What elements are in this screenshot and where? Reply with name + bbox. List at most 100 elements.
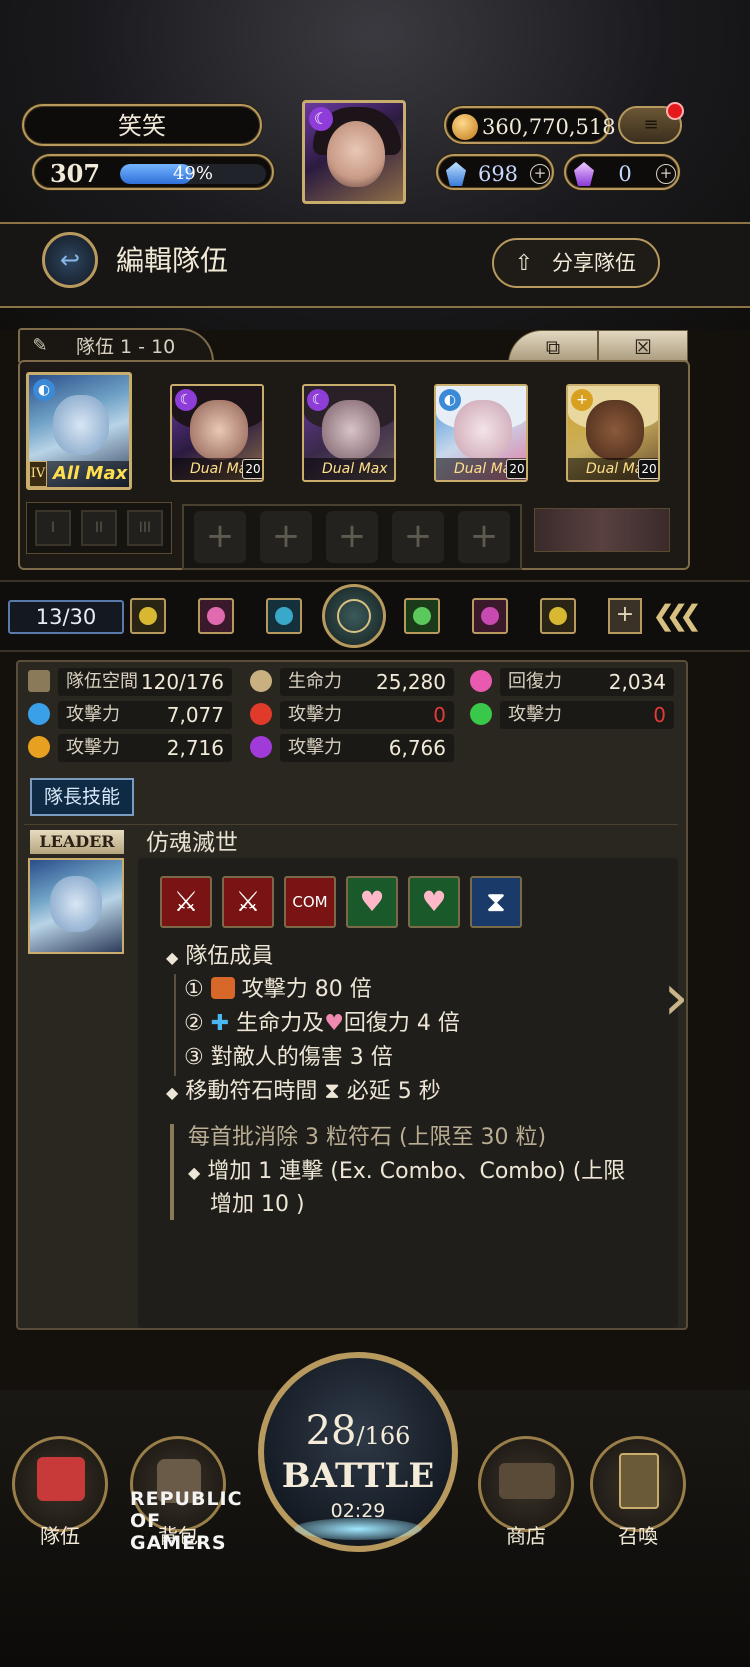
scroll-left-chevron-icon[interactable]: ❮❮❮: [652, 598, 702, 634]
stat-value: 6,766: [388, 736, 446, 760]
member-face: [190, 400, 248, 460]
battle-glow: [294, 1518, 422, 1540]
member-face: [322, 400, 380, 460]
team-slot-dark[interactable]: [472, 598, 508, 634]
item-text: 增加 1 連擊 (Ex. Combo、Combo) (上限: [207, 1159, 626, 1184]
member-card[interactable]: + Dual Max 20: [566, 384, 660, 482]
add-diamond-icon[interactable]: +: [530, 164, 550, 184]
team-slot-claw[interactable]: [198, 598, 234, 634]
notification-dot: [666, 102, 684, 120]
bench-slot[interactable]: +: [260, 511, 312, 563]
light-icon: [549, 607, 567, 625]
stamina-current: 28: [305, 1408, 357, 1454]
bench-slot[interactable]: +: [458, 511, 510, 563]
sub-slot[interactable]: III: [127, 510, 163, 546]
sub-slot[interactable]: I: [35, 510, 71, 546]
member-card[interactable]: ☾ Dual Max: [302, 384, 396, 482]
stat-label: 隊伍空間: [66, 671, 138, 692]
add-team-button[interactable]: +: [608, 598, 642, 634]
share-team-label: 分享隊伍: [552, 251, 636, 275]
sub-slot-row: I II III: [26, 502, 172, 554]
leader-tag: IV All Max: [29, 461, 129, 487]
diamond-balance[interactable]: 698 +: [436, 154, 554, 190]
leader-skill-tab[interactable]: 隊長技能: [30, 778, 134, 816]
bullet-icon: ◆: [188, 1163, 201, 1182]
dark-icon: [481, 607, 499, 625]
heart-plus-icon: ♥: [324, 1011, 344, 1036]
crystal-balance[interactable]: 0 +: [564, 154, 680, 190]
back-button[interactable]: ↩: [42, 232, 98, 288]
member-card[interactable]: ◐ Dual Max 20: [434, 384, 528, 482]
level-number: 307: [49, 159, 101, 188]
bench-slot[interactable]: +: [326, 511, 378, 563]
skill-heading-time: ◆ 移動符石時間 ⧗ 必延 5 秒: [166, 1075, 441, 1110]
crystal-amount: 0: [618, 162, 632, 186]
level-bar[interactable]: 307 49%: [32, 154, 274, 190]
nav-summon-button[interactable]: [590, 1436, 686, 1532]
leader-portrait[interactable]: [28, 858, 124, 954]
heart-icon: ♥: [346, 876, 398, 928]
locked-slot: [534, 508, 670, 552]
bench-slot[interactable]: +: [392, 511, 444, 563]
flag-icon: [28, 670, 50, 692]
avatar-face: [327, 121, 385, 187]
add-crystal-icon[interactable]: +: [656, 164, 676, 184]
water-attack-stat: 攻擊力 7,077: [28, 701, 232, 729]
stamina-count: 28/166: [264, 1408, 452, 1454]
nav-shop-button[interactable]: [478, 1436, 574, 1532]
rog-line-1: REPUBLIC OF: [130, 1488, 243, 1532]
stat-value: 0: [653, 703, 666, 727]
fire-icon: [250, 703, 272, 725]
member-card[interactable]: ☾ Dual Max 20: [170, 384, 264, 482]
divider: [24, 824, 678, 825]
stat-value: 2,716: [166, 736, 224, 760]
member-tag: Dual Max 20: [172, 458, 262, 480]
dark-attack-stat: 攻擊力 6,766: [250, 734, 454, 762]
dark-icon: [250, 736, 272, 758]
heart-icon: [470, 670, 492, 692]
team-slot-light-2[interactable]: [540, 598, 576, 634]
current-team-medal[interactable]: [322, 584, 386, 648]
diamond-icon: [446, 162, 466, 186]
bench-slot[interactable]: +: [194, 511, 246, 563]
wood-icon: [470, 703, 492, 725]
player-avatar[interactable]: ☾: [302, 100, 406, 204]
indent-rule: [174, 974, 176, 1076]
page-title: 編輯隊伍: [116, 244, 229, 277]
leader-card[interactable]: ◐ IV All Max: [26, 372, 132, 490]
stamina-max: /166: [356, 1422, 411, 1450]
exp-percent: 49%: [172, 163, 213, 184]
team-slot-wood[interactable]: [404, 598, 440, 634]
member-face: [454, 400, 512, 460]
skill-heading-members: ◆ 隊伍成員: [166, 940, 273, 975]
item-number: ③: [184, 1045, 204, 1070]
hourglass-icon: ⧗: [470, 876, 522, 928]
share-team-button[interactable]: ⇧ 分享隊伍: [492, 238, 660, 288]
team-tab-label: 隊伍 1 - 10: [76, 336, 176, 358]
clear-team-button[interactable]: ☒: [598, 330, 688, 364]
player-name[interactable]: 笑笑: [22, 104, 262, 146]
next-page-chevron-icon[interactable]: ›: [654, 960, 698, 1040]
battle-label: BATTLE: [281, 1456, 435, 1496]
member-level: 20: [242, 459, 262, 479]
wood-attack-stat: 攻擊力 0: [470, 701, 674, 729]
water-attribute-icon: ◐: [33, 379, 55, 401]
sub-slot[interactable]: II: [81, 510, 117, 546]
battle-button[interactable]: 28/166 BATTLE 02:29: [258, 1352, 458, 1552]
team-tab[interactable]: ✎ 隊伍 1 - 10: [18, 328, 214, 362]
summon-card-icon: [619, 1453, 659, 1509]
member-face: [586, 400, 644, 460]
rog-watermark: REPUBLIC OF GAMERS: [50, 1488, 270, 1554]
team-slot-water[interactable]: [266, 598, 302, 634]
coin-balance[interactable]: 360,770,518: [444, 106, 616, 144]
leader-label: LEADER: [30, 830, 124, 854]
copy-team-button[interactable]: ⧉: [508, 330, 598, 364]
stat-value: 120/176: [140, 670, 224, 694]
hp-stat: 生命力 25,280: [250, 668, 454, 696]
member-tag: Dual Max 20: [568, 458, 658, 480]
water-icon: [28, 703, 50, 725]
team-slot-light[interactable]: [130, 598, 166, 634]
stat-label: 攻擊力: [288, 704, 342, 725]
sword-up-icon: ⚔: [222, 876, 274, 928]
nav-shop-label: 商店: [506, 1524, 546, 1548]
